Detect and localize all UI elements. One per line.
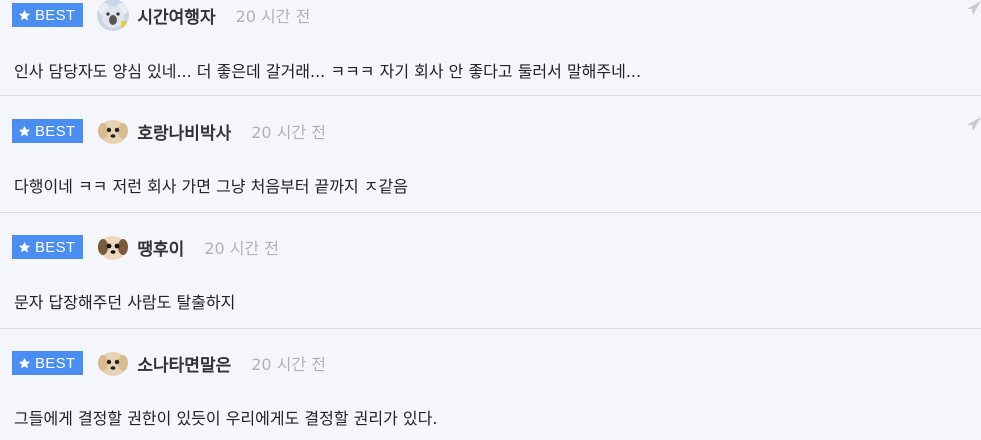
koala-avatar-icon[interactable] <box>97 0 130 31</box>
comment-meta: BEST 소나타면말은 20 시간 전 <box>12 347 326 379</box>
best-badge: BEST <box>12 3 84 27</box>
best-badge-label: BEST <box>35 354 76 372</box>
star-icon <box>18 125 31 136</box>
comment-meta: BEST 호랑나비박사 20 시간 전 <box>12 115 326 147</box>
best-badge: BEST <box>12 119 84 143</box>
comment-text: 그들에게 결정할 권한이 있듯이 우리에게도 결정할 권리가 있다. <box>14 409 438 428</box>
best-badge-label: BEST <box>35 6 76 24</box>
comment-author[interactable]: 시간여행자 <box>137 3 215 28</box>
best-badge-label: BEST <box>35 122 76 140</box>
comment-text: 문자 답장해주던 사람도 탈출하지 <box>14 293 236 312</box>
puppy-avatar-icon[interactable] <box>97 231 130 263</box>
comment-time: 20 시간 전 <box>204 239 280 258</box>
comment-author[interactable]: 땡후이 <box>137 235 184 260</box>
puppy-avatar-icon[interactable] <box>97 347 130 379</box>
comment-item: BEST 땡후이 20 시간 전 문자 답장해주던 사람도 탈출하지 <box>0 213 981 329</box>
star-icon <box>18 241 31 252</box>
star-icon <box>18 9 31 20</box>
best-badge: BEST <box>12 351 84 375</box>
star-icon <box>18 357 31 368</box>
comment-meta: BEST 시간여행자 20 시간 전 <box>12 0 310 31</box>
reply-arrow-icon[interactable] <box>963 117 981 131</box>
comment-author[interactable]: 호랑나비박사 <box>137 119 231 144</box>
comment-time: 20 시간 전 <box>251 123 326 142</box>
comment-item: BEST 호랑나비박사 20 시간 전 다행이네 ㅋㅋ 저런 회사 가면 그냥 … <box>0 96 981 213</box>
comment-item: BEST 소나타면말은 20 시간 전 그들에게 결정할 권한이 있듯이 우리에… <box>0 329 981 440</box>
best-badge: BEST <box>12 235 84 259</box>
comment-author[interactable]: 소나타면말은 <box>137 351 231 376</box>
comment-meta: BEST 땡후이 20 시간 전 <box>12 231 279 263</box>
puppy-avatar-icon[interactable] <box>97 115 130 147</box>
best-badge-label: BEST <box>35 238 76 256</box>
comment-time: 20 시간 전 <box>251 355 326 374</box>
comment-item: BEST 시간여행자 20 시간 전 인사 담당자도 양심 있네... 더 좋은… <box>0 0 981 96</box>
comment-text: 인사 담당자도 양심 있네... 더 좋은데 갈거래... ㅋㅋㅋ 자기 회사 … <box>14 62 642 81</box>
comment-time: 20 시간 전 <box>235 7 311 26</box>
comment-text: 다행이네 ㅋㅋ 저런 회사 가면 그냥 처음부터 끝까지 ㅈ같음 <box>14 177 408 196</box>
comment-list: BEST 시간여행자 20 시간 전 인사 담당자도 양심 있네... 더 좋은… <box>0 0 981 440</box>
reply-arrow-icon[interactable] <box>963 1 981 15</box>
